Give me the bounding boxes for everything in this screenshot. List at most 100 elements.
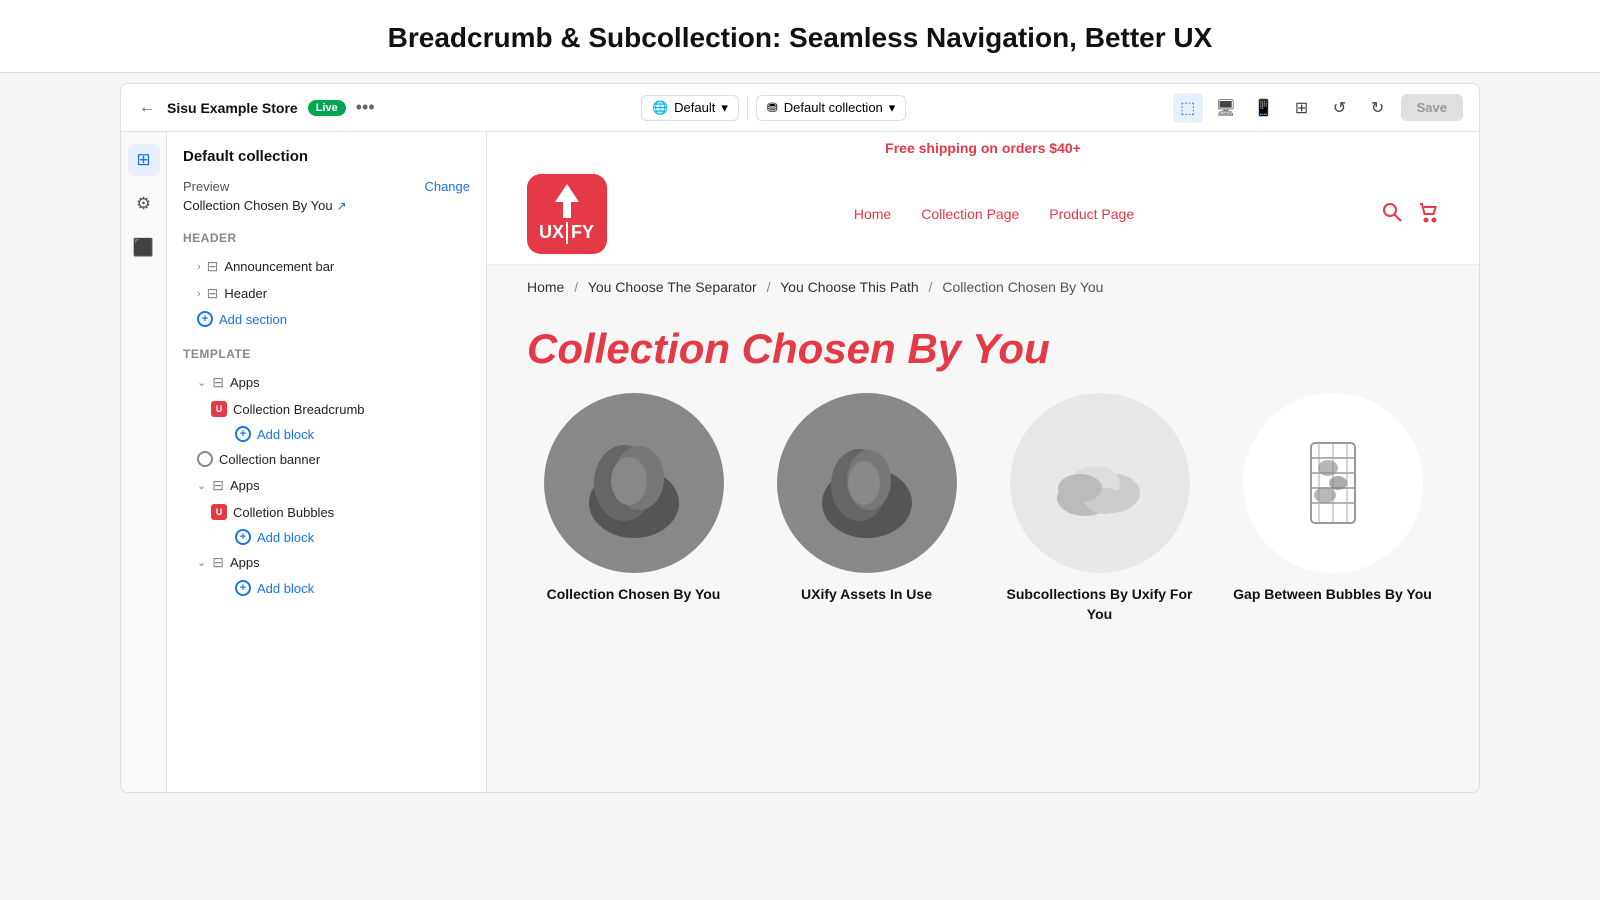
apps-3-label: Apps	[230, 555, 260, 570]
nav-collection-page[interactable]: Collection Page	[921, 206, 1019, 222]
product-grid: Collection Chosen By You UXify	[487, 393, 1479, 654]
chevron-right-icon: ›	[197, 261, 201, 273]
product-image-2	[777, 393, 957, 573]
product-name-1: Collection Chosen By You	[547, 585, 721, 605]
topbar-right: ⬚ 🖥 📱 ⊞ ↺ ↻ Save	[1173, 93, 1463, 123]
section-icon: ⊟	[207, 258, 219, 275]
announcement-bar-item[interactable]: › ⊟ Announcement bar	[183, 253, 470, 280]
mobile-view-button[interactable]: 📱	[1249, 93, 1279, 123]
preview-section: Preview Change Collection Chosen By You …	[183, 179, 470, 213]
collection-bubbles-item[interactable]: U Colletion Bubbles	[183, 499, 470, 525]
nav-product-page[interactable]: Product Page	[1049, 206, 1134, 222]
save-button[interactable]: Save	[1401, 94, 1463, 121]
free-shipping-bar: Free shipping on orders $40+	[487, 132, 1479, 164]
product-card[interactable]: Subcollections By Uxify For You	[993, 393, 1206, 624]
product-card[interactable]: Gap Between Bubbles By You	[1226, 393, 1439, 624]
breadcrumb-separator-label: You Choose The Separator	[588, 279, 757, 295]
product-name-3: Subcollections By Uxify For You	[993, 585, 1206, 624]
share-button[interactable]: ⊞	[1287, 93, 1317, 123]
collection-selector[interactable]: ⛃ Default collection ▾	[756, 95, 906, 121]
sidebar-icons: ⊞ ⚙ ⬛	[121, 132, 167, 792]
breadcrumb-sep-1: /	[574, 279, 578, 295]
chevron-down-icon-4: ⌄	[197, 479, 206, 492]
plus-icon-4: +	[235, 580, 251, 596]
product-card[interactable]: UXify Assets In Use	[760, 393, 973, 624]
topbar: ← Sisu Example Store Live ••• 🌐 Default …	[121, 84, 1479, 132]
preview-row: Preview Change	[183, 179, 470, 194]
add-block-2-button[interactable]: + Add block	[183, 525, 470, 549]
store-logo: UX FY	[527, 174, 607, 254]
add-block-1-button[interactable]: + Add block	[183, 422, 470, 446]
page-title-bar: Breadcrumb & Subcollection: Seamless Nav…	[0, 0, 1600, 73]
header-item[interactable]: › ⊟ Header	[183, 280, 470, 307]
desktop-view-button[interactable]: 🖥	[1211, 93, 1241, 123]
announcement-bar-label: Announcement bar	[224, 259, 334, 274]
product-name-2: UXify Assets In Use	[801, 585, 932, 605]
globe-icon: 🌐	[652, 100, 668, 116]
apps-group-3[interactable]: ⌄ ⊟ Apps	[183, 549, 470, 576]
svg-text:FY: FY	[571, 222, 594, 242]
apps-icon[interactable]: ⬛	[128, 232, 160, 264]
back-icon[interactable]: ←	[137, 98, 157, 118]
more-options-button[interactable]: •••	[356, 97, 375, 118]
breadcrumb-path-label: You Choose This Path	[780, 279, 919, 295]
apps-icon-1: ⊟	[212, 374, 224, 391]
cart-icon[interactable]	[1417, 201, 1439, 228]
breadcrumb-sep-2: /	[767, 279, 771, 295]
breadcrumb-current: Collection Chosen By You	[942, 279, 1103, 295]
collection-bubbles-label: Colletion Bubbles	[233, 505, 334, 520]
apps-2-label: Apps	[230, 478, 260, 493]
add-block-1-label: Add block	[257, 427, 314, 442]
add-section-label: Add section	[219, 312, 287, 327]
theme-selector[interactable]: 🌐 Default ▾	[641, 95, 739, 121]
bubbles-app-icon: U	[211, 504, 227, 520]
store-name: Sisu Example Store	[167, 100, 298, 116]
collection-title-area: Collection Chosen By You	[487, 309, 1479, 393]
product-image-1	[544, 393, 724, 573]
external-link-icon[interactable]: ↗	[337, 199, 347, 213]
preview-collection-name: Collection Chosen By You	[183, 198, 333, 213]
template-section-heading: Template	[183, 347, 470, 361]
editor-shell: ← Sisu Example Store Live ••• 🌐 Default …	[120, 83, 1480, 793]
add-block-3-button[interactable]: + Add block	[183, 576, 470, 600]
undo-button[interactable]: ↺	[1325, 93, 1355, 123]
add-section-button[interactable]: + Add section	[183, 307, 470, 331]
left-panel: Default collection Preview Change Collec…	[167, 132, 487, 792]
settings-icon[interactable]: ⚙	[128, 188, 160, 220]
breadcrumb-home[interactable]: Home	[527, 279, 564, 295]
chevron-down-icon-5: ⌄	[197, 556, 206, 569]
collection-icon: ⛃	[767, 100, 778, 116]
page-title: Breadcrumb & Subcollection: Seamless Nav…	[0, 22, 1600, 54]
topbar-left: ← Sisu Example Store Live •••	[137, 97, 375, 118]
product-card[interactable]: Collection Chosen By You	[527, 393, 740, 624]
redo-button[interactable]: ↻	[1363, 93, 1393, 123]
product-image-3	[1010, 393, 1190, 573]
collection-breadcrumb-label: Collection Breadcrumb	[233, 402, 365, 417]
plus-icon-2: +	[235, 426, 251, 442]
select-tool-button[interactable]: ⬚	[1173, 93, 1203, 123]
collection-breadcrumb-item[interactable]: U Collection Breadcrumb	[183, 396, 470, 422]
search-icon[interactable]	[1381, 201, 1403, 228]
apps-1-label: Apps	[230, 375, 260, 390]
add-block-3-label: Add block	[257, 581, 314, 596]
product-name-4: Gap Between Bubbles By You	[1233, 585, 1432, 605]
store-nav: Home Collection Page Product Page	[854, 206, 1134, 222]
sections-icon[interactable]: ⊞	[128, 144, 160, 176]
live-badge: Live	[308, 100, 346, 116]
store-preview: Free shipping on orders $40+ UX FY	[487, 132, 1479, 792]
product-image-4	[1243, 393, 1423, 573]
theme-label: Default	[674, 100, 715, 115]
collection-label: Default collection	[784, 100, 883, 115]
apps-group-2[interactable]: ⌄ ⊟ Apps	[183, 472, 470, 499]
nav-home[interactable]: Home	[854, 206, 891, 222]
collection-title: Collection Chosen By You	[527, 325, 1439, 373]
collection-banner-item[interactable]: Collection banner	[183, 446, 470, 472]
chevron-down-icon: ▾	[721, 100, 728, 116]
preview-change-button[interactable]: Change	[424, 179, 470, 194]
apps-group-1[interactable]: ⌄ ⊟ Apps	[183, 369, 470, 396]
breadcrumb-app-icon: U	[211, 401, 227, 417]
plus-icon-3: +	[235, 529, 251, 545]
header-label: Header	[224, 286, 267, 301]
panel-title: Default collection	[183, 148, 470, 165]
shipping-text: Free shipping on orders $40+	[885, 140, 1081, 156]
